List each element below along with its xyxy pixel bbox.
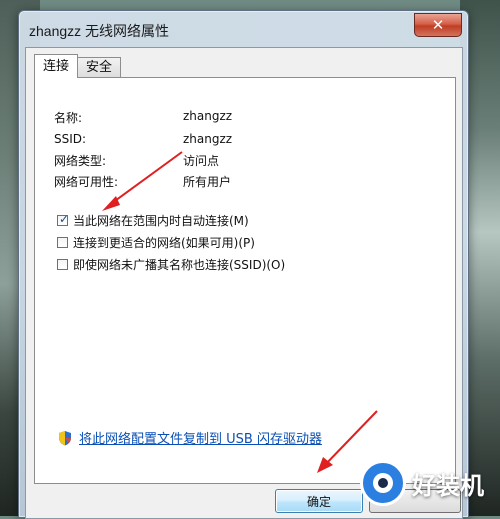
tab-strip: 连接 安全 <box>34 54 122 78</box>
ssid-value: zhangzz <box>183 132 233 146</box>
watermark: 好装机 <box>360 460 484 506</box>
watermark-logo-icon <box>360 460 406 506</box>
network-availability-value: 所有用户 <box>183 175 232 189</box>
name-value: zhangzz <box>183 109 233 123</box>
checkmark-icon: ✓ <box>59 212 70 226</box>
annotation-arrow-top <box>102 151 183 211</box>
copy-profile-link-row[interactable]: 将此网络配置文件复制到 USB 闪存驱动器 <box>57 428 322 447</box>
wireless-properties-dialog: zhangzz 无线网络属性 ✕ 连接 安全 名称: zhangzz SSID:… <box>18 10 469 519</box>
dialog-client-area: 连接 安全 名称: zhangzz SSID: zhangzz 网络类型: 访问… <box>25 47 463 519</box>
shield-icon <box>59 430 71 445</box>
ssid-label: SSID: <box>54 132 87 146</box>
name-label: 名称: <box>54 111 83 125</box>
auto-connect-checkbox[interactable]: ✓ <box>57 212 70 226</box>
close-icon: ✕ <box>431 16 445 34</box>
hidden-ssid-option[interactable]: 即使网络未广播其名称也连接(SSID)(O) <box>57 256 285 273</box>
copy-profile-to-usb-link[interactable]: 将此网络配置文件复制到 USB 闪存驱动器 <box>79 428 322 447</box>
prefer-network-label: 连接到更适合的网络(如果可用)(P) <box>73 236 255 250</box>
watermark-text: 好装机 <box>412 471 484 500</box>
hidden-ssid-label: 即使网络未广播其名称也连接(SSID)(O) <box>73 258 286 272</box>
network-type-value: 访问点 <box>183 154 220 168</box>
tab-connection[interactable]: 连接 <box>34 54 79 78</box>
ok-button[interactable]: 确定 <box>275 489 363 513</box>
close-button[interactable]: ✕ <box>414 13 462 37</box>
window-title: zhangzz 无线网络属性 <box>29 23 170 39</box>
tab-security[interactable]: 安全 <box>77 57 122 78</box>
connection-panel: 名称: zhangzz SSID: zhangzz 网络类型: 访问点 网络可用… <box>34 77 456 484</box>
hidden-ssid-checkbox[interactable] <box>57 259 68 270</box>
prefer-network-option[interactable]: 连接到更适合的网络(如果可用)(P) <box>57 234 255 251</box>
prefer-network-checkbox[interactable] <box>57 237 68 248</box>
